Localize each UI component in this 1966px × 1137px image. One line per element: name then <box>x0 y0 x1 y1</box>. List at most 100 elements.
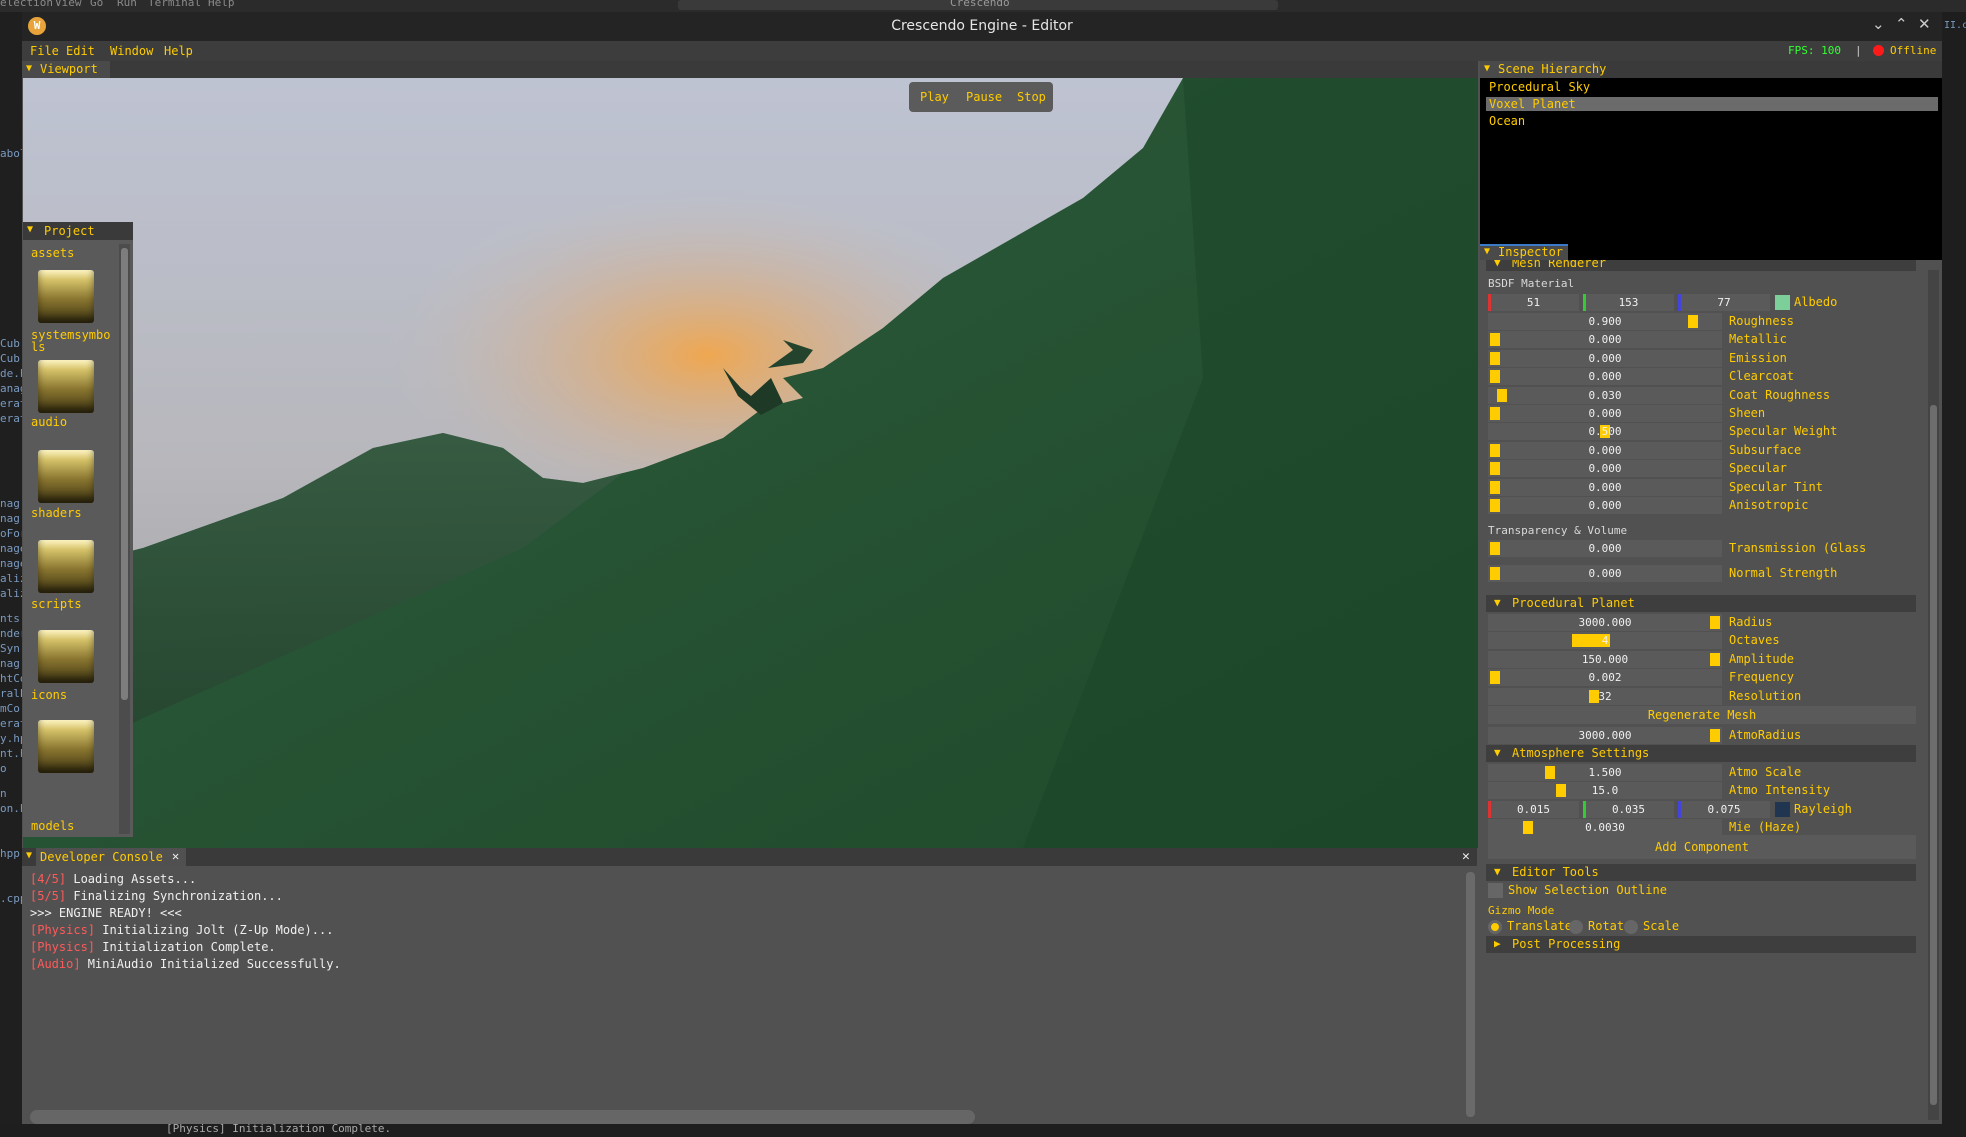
specular-tint-slider[interactable]: 0.000 <box>1488 478 1722 496</box>
host-file-entry[interactable]: o <box>0 762 7 775</box>
collapse-triangle-icon[interactable]: ▼ <box>1494 596 1501 609</box>
collapse-triangle-icon[interactable]: ▼ <box>1484 246 1490 257</box>
host-file-entry[interactable]: anag <box>0 382 22 395</box>
albedo-g-field[interactable]: 153 <box>1583 294 1674 311</box>
frequency-slider[interactable]: 0.002 <box>1488 669 1722 687</box>
mie-haze-slider[interactable]: 0.0030 <box>1488 819 1722 836</box>
host-file-entry[interactable]: aliz <box>0 587 22 600</box>
host-menu-item[interactable]: View <box>55 0 82 9</box>
host-menu-item[interactable]: Go <box>90 0 103 9</box>
slider-grab-handle[interactable] <box>1545 766 1555 779</box>
host-menu-item[interactable]: Help <box>208 0 235 9</box>
folder-icon[interactable] <box>38 630 94 683</box>
host-file-entry[interactable]: abols <box>0 147 22 160</box>
albedo-b-field[interactable]: 77 <box>1678 294 1770 311</box>
folder-icon[interactable] <box>38 360 94 413</box>
slider-grab-handle[interactable] <box>1490 542 1500 555</box>
close-panel-icon[interactable]: ✕ <box>1462 849 1470 864</box>
gizmo-rotate-radio[interactable] <box>1569 920 1583 934</box>
rayleigh-b-field[interactable]: 0.075 <box>1678 801 1770 818</box>
slider-grab-handle[interactable] <box>1710 616 1720 629</box>
slider-grab-handle[interactable] <box>1490 567 1500 580</box>
folder-label[interactable]: audio <box>31 416 113 428</box>
slider-grab-handle[interactable] <box>1710 729 1720 742</box>
rayleigh-r-field[interactable]: 0.015 <box>1488 801 1579 818</box>
slider-grab-handle[interactable] <box>1490 333 1500 347</box>
coat-roughness-slider[interactable]: 0.030 <box>1488 386 1722 404</box>
regenerate-mesh-button[interactable]: Regenerate Mesh <box>1488 706 1916 724</box>
slider-grab-handle[interactable] <box>1490 351 1500 365</box>
host-file-entry[interactable]: nag <box>0 497 20 510</box>
slider-grab-handle[interactable] <box>1490 370 1500 384</box>
emission-slider[interactable]: 0.000 <box>1488 349 1722 367</box>
console-tab[interactable]: Developer Console ✕ <box>36 848 186 866</box>
slider-grab-handle[interactable] <box>1490 499 1500 512</box>
folder-label[interactable]: icons <box>31 689 113 701</box>
host-file-entry[interactable]: nag <box>0 512 20 525</box>
mesh-renderer-header[interactable]: ▼ Mesh Renderer <box>1486 260 1916 271</box>
add-component-button[interactable]: Add Component <box>1488 835 1916 859</box>
collapse-triangle-icon[interactable]: ▼ <box>1494 260 1501 269</box>
play-button[interactable]: Play <box>920 90 949 104</box>
hierarchy-item[interactable]: Ocean <box>1486 114 1938 128</box>
roughness-slider[interactable]: 0.900 <box>1488 313 1722 330</box>
albedo-color-swatch[interactable] <box>1775 295 1790 310</box>
hierarchy-item-selected[interactable]: Voxel Planet <box>1486 97 1938 111</box>
host-file-entry[interactable]: erat <box>0 397 22 410</box>
gizmo-scale-radio[interactable] <box>1624 920 1638 934</box>
hierarchy-item[interactable]: Procedural Sky <box>1486 80 1938 94</box>
host-file-entry[interactable]: htCo <box>0 672 22 685</box>
anisotropic-slider[interactable]: 0.000 <box>1488 497 1722 514</box>
host-file-entry[interactable]: hpp <box>0 847 20 860</box>
slider-grab-handle[interactable] <box>1490 462 1500 476</box>
host-menu-item[interactable]: Run <box>117 0 137 9</box>
host-file-entry[interactable]: nag <box>0 657 20 670</box>
slider-grab-handle[interactable] <box>1490 480 1500 494</box>
folder-label[interactable]: systemsymbols <box>31 329 113 353</box>
show-outline-checkbox[interactable] <box>1488 883 1503 898</box>
normal-strength-slider[interactable]: 0.000 <box>1488 565 1722 582</box>
host-menu-item[interactable]: Terminal <box>148 0 201 9</box>
host-file-entry[interactable]: Cub <box>0 352 20 365</box>
folder-label[interactable]: models <box>31 820 113 832</box>
host-file-entry[interactable]: nts <box>0 612 20 625</box>
slider-grab-handle[interactable] <box>1497 388 1507 402</box>
close-tab-icon[interactable]: ✕ <box>172 849 179 863</box>
collapse-triangle-icon[interactable]: ▼ <box>1484 63 1490 74</box>
amplitude-slider[interactable]: 150.000 <box>1488 650 1722 668</box>
project-scroll-thumb[interactable] <box>121 248 128 700</box>
folder-icon[interactable] <box>38 450 94 503</box>
minimize-icon[interactable]: ⌄ <box>1872 15 1885 33</box>
host-file-entry[interactable]: nage <box>0 557 22 570</box>
collapse-triangle-icon[interactable]: ▼ <box>1494 865 1501 878</box>
host-file-entry[interactable]: de.h <box>0 367 22 380</box>
gizmo-translate-radio[interactable] <box>1488 920 1502 934</box>
rayleigh-g-field[interactable]: 0.035 <box>1583 801 1674 818</box>
assets-root[interactable]: assets <box>31 247 113 259</box>
host-file-entry[interactable]: oFor <box>0 527 22 540</box>
atmo-radius-slider[interactable]: 3000.000 <box>1488 727 1722 744</box>
folder-icon[interactable] <box>38 270 94 323</box>
specular-slider[interactable]: 0.000 <box>1488 460 1722 478</box>
radius-slider[interactable]: 3000.000 <box>1488 614 1722 631</box>
metallic-slider[interactable]: 0.000 <box>1488 331 1722 349</box>
menu-help[interactable]: Help <box>164 44 193 58</box>
sheen-slider[interactable]: 0.000 <box>1488 405 1722 422</box>
inspector-scroll-thumb[interactable] <box>1930 405 1937 1105</box>
slider-grab-handle[interactable] <box>1490 407 1500 420</box>
transmission-glass-slider[interactable]: 0.000 <box>1488 540 1722 557</box>
host-file-entry[interactable]: n <box>0 787 7 800</box>
rayleigh-color-swatch[interactable] <box>1775 802 1790 817</box>
post-processing-header[interactable]: ▶ Post Processing <box>1486 936 1916 953</box>
console-vertical-scrollbar[interactable] <box>1466 872 1475 1117</box>
procedural-planet-header[interactable]: ▼ Procedural Planet <box>1486 595 1916 612</box>
octaves-slider[interactable]: 4 <box>1488 632 1722 650</box>
atmo-scale-slider[interactable]: 1.500 <box>1488 764 1722 781</box>
folder-icon[interactable] <box>38 720 94 773</box>
host-file-entry[interactable]: .cpp <box>0 892 22 905</box>
atmosphere-settings-header[interactable]: ▼ Atmosphere Settings <box>1486 745 1916 762</box>
expand-triangle-icon[interactable]: ▶ <box>1494 937 1501 950</box>
albedo-r-field[interactable]: 51 <box>1488 294 1579 311</box>
host-file-entry[interactable]: y.hp <box>0 732 22 745</box>
collapse-triangle-icon[interactable]: ▼ <box>1494 746 1501 759</box>
